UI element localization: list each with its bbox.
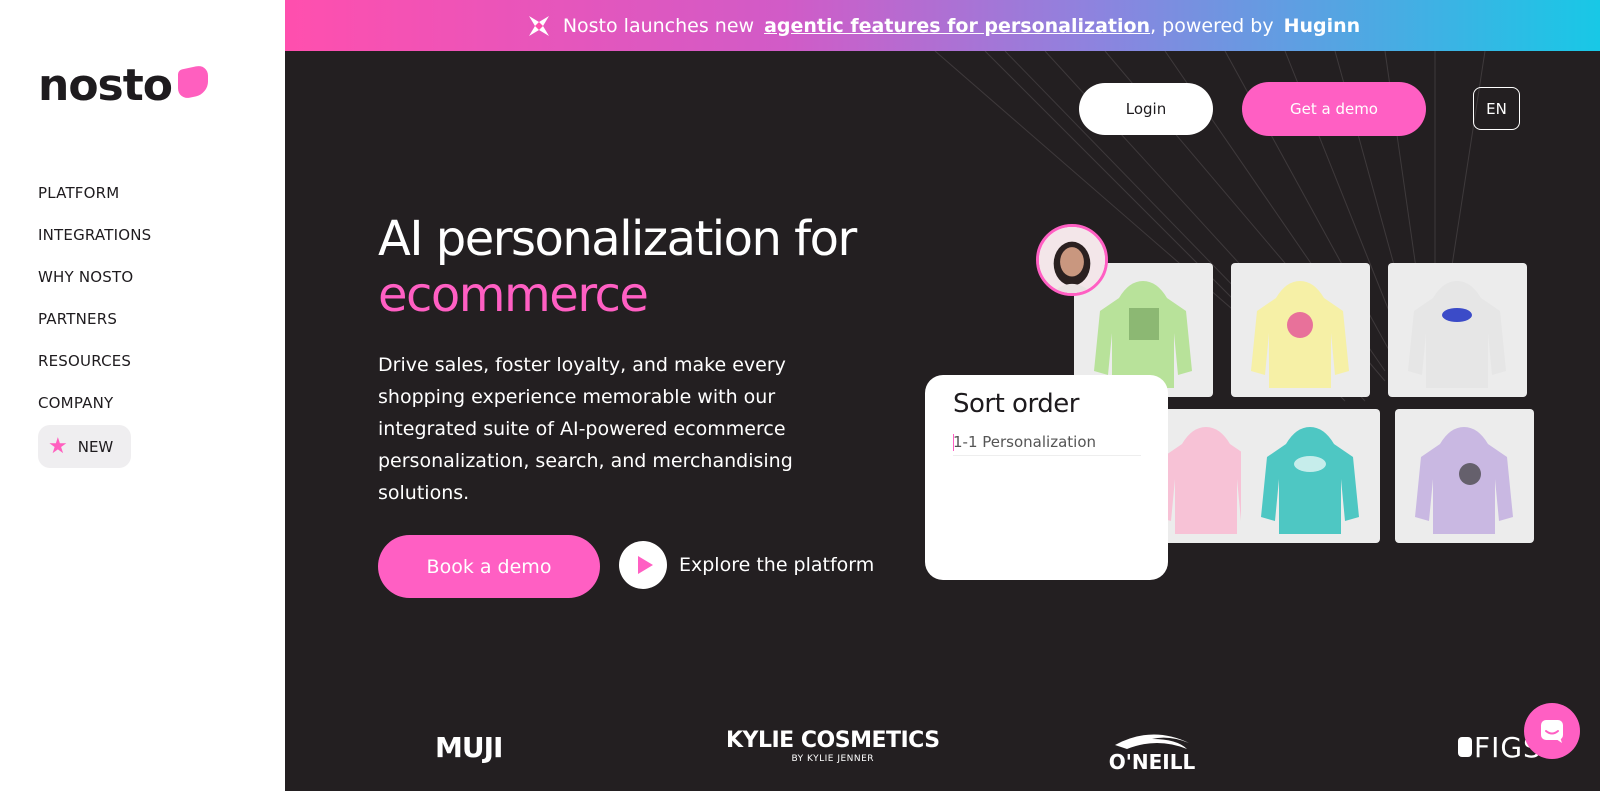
nav-item-platform[interactable]: PLATFORM [38,172,151,214]
nav-item-integrations[interactable]: INTEGRATIONS [38,214,151,256]
banner-brand: Huginn [1283,14,1361,37]
banner-middle: , powered by [1150,14,1274,37]
nav-item-partners[interactable]: PARTNERS [38,298,151,340]
shopper-avatar [1036,224,1108,296]
banner-link[interactable]: agentic features for personalization [764,15,1150,37]
get-demo-button[interactable]: Get a demo [1242,82,1426,136]
hero-section: Login Get a demo EN AI personalization f… [285,51,1600,791]
main-nav: PLATFORM INTEGRATIONS WHY NOSTO PARTNERS… [38,172,151,424]
hero-title-accent: ecommerce [378,267,649,323]
product-image-yellow-hoodie [1231,263,1370,397]
sidebar: nosto PLATFORM INTEGRATIONS WHY NOSTO PA… [0,0,285,791]
svg-text:O'NEILL: O'NEILL [1109,750,1196,771]
muji-logo: MUJI [435,731,503,764]
kylie-logo-sub: BY KYLIE JENNER [791,754,875,764]
nosto-logo[interactable]: nosto [38,60,209,111]
explore-platform-link[interactable]: Explore the platform [619,541,874,589]
announcement-banner: Nosto launches new agentic features for … [285,0,1600,51]
new-label: NEW [77,437,114,456]
chat-bubble-icon [1541,720,1563,743]
sort-order-option[interactable]: 1-1 Personalization [953,433,1141,456]
product-image-grey-hoodie [1388,263,1527,397]
sort-order-title: Sort order [953,389,1079,419]
hero-title: AI personalization for ecommerce [378,211,857,323]
hero-subtitle: Drive sales, foster loyalty, and make ev… [378,354,793,504]
chat-launcher-button[interactable] [1524,703,1580,759]
login-button[interactable]: Login [1079,83,1213,135]
language-selector[interactable]: EN [1473,87,1520,130]
kylie-logo-text: KYLIE COSMETICS [726,728,940,753]
oneill-logo: O'NEILL [1109,734,1196,771]
product-image-teal-hoodie [1241,409,1380,543]
star-icon: ★ [48,433,68,459]
logo-wordmark: nosto [38,60,173,111]
play-icon [619,541,667,589]
explore-label: Explore the platform [679,554,875,576]
kylie-cosmetics-logo: KYLIE COSMETICS BY KYLIE JENNER [726,728,940,764]
product-image-lavender-hoodie [1395,409,1534,543]
logo-speech-mark-icon [178,63,209,100]
nav-item-why-nosto[interactable]: WHY NOSTO [38,256,151,298]
hero-title-line1: AI personalization for [378,211,857,267]
nav-item-company[interactable]: COMPANY [38,382,151,424]
book-demo-button[interactable]: Book a demo [378,535,600,598]
new-features-button[interactable]: ★ NEW [38,425,131,468]
banner-prefix: Nosto launches new [562,14,755,37]
huginn-spark-icon [528,15,549,36]
nav-item-resources[interactable]: RESOURCES [38,340,151,382]
sort-order-card: Sort order 1-1 Personalization [925,375,1168,580]
